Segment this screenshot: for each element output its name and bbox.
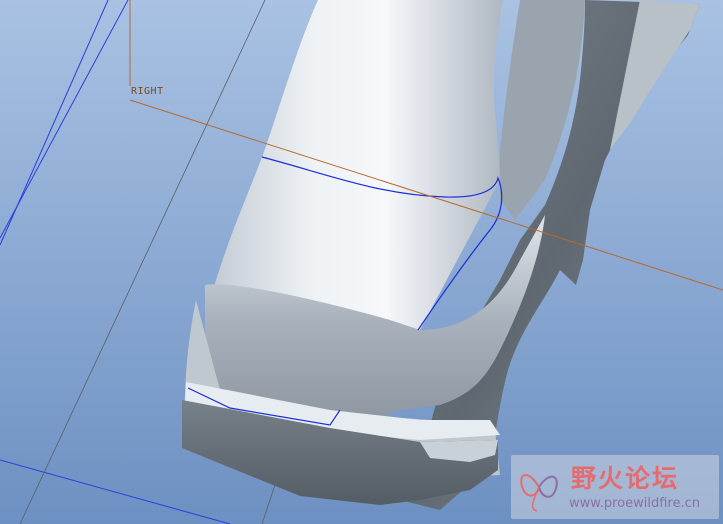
datum-label-right[interactable]: RIGHT <box>131 86 164 97</box>
butterfly-logo-icon <box>520 474 558 512</box>
watermark-title: 野火论坛 <box>571 464 680 493</box>
forum-watermark: 野火论坛 www.proewildfire.cn <box>511 455 719 519</box>
watermark-url: www.proewildfire.cn <box>569 496 700 511</box>
graphics-viewport[interactable]: RIGHT 野火论坛 www.proewildfire.cn <box>0 0 723 524</box>
model-scene[interactable] <box>0 0 723 524</box>
